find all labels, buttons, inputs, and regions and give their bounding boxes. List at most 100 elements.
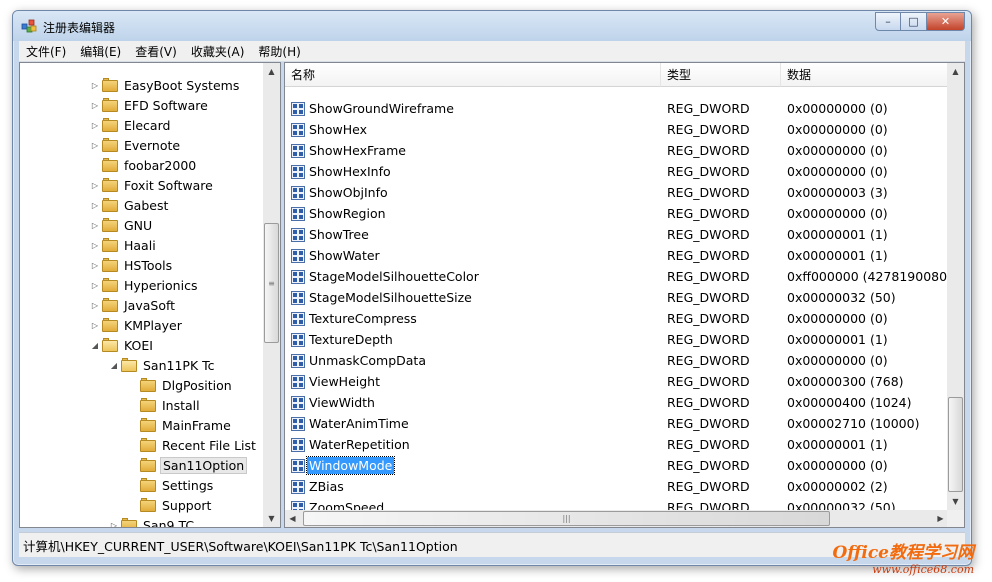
tree-item-label[interactable]: MainFrame	[160, 417, 233, 434]
value-row[interactable]: ZBias REG_DWORD 0x00000002 (2)	[285, 477, 948, 498]
expand-arrow-icon[interactable]: ▷	[90, 321, 100, 330]
value-name[interactable]: ShowWater	[307, 247, 382, 264]
value-name[interactable]: TextureCompress	[307, 310, 419, 327]
title-bar[interactable]: 注册表编辑器 – □ ✕	[13, 11, 971, 41]
tree-item-label[interactable]: Foxit Software	[122, 177, 215, 194]
value-row[interactable]: WaterRepetition REG_DWORD 0x00000001 (1)	[285, 435, 948, 456]
collapse-arrow-icon[interactable]: ◢	[109, 361, 119, 370]
value-name[interactable]: ShowTree	[307, 226, 371, 243]
value-name[interactable]: TextureDepth	[307, 331, 395, 348]
tree-item[interactable]: ▷ KMPlayer	[90, 315, 184, 335]
tree-vertical-scrollbar[interactable]: ▲ ≡ ▼	[263, 63, 280, 527]
tree-item[interactable]: ▷ Foxit Software	[90, 175, 215, 195]
menu-view[interactable]: 查看(V)	[128, 43, 184, 60]
value-name[interactable]: UnmaskCompData	[307, 352, 428, 369]
tree-item[interactable]: ▷ Elecard	[90, 115, 172, 135]
tree-item[interactable]: ▷ EasyBoot Systems	[90, 75, 241, 95]
scroll-up-arrow-icon[interactable]: ▲	[948, 63, 963, 80]
tree-item-label[interactable]: Elecard	[122, 117, 172, 134]
value-row[interactable]: UnmaskCompData REG_DWORD 0x00000000 (0)	[285, 351, 948, 372]
column-header-name[interactable]: 名称	[285, 63, 661, 87]
tree-item-label[interactable]: Haali	[122, 237, 158, 254]
scroll-down-arrow-icon[interactable]: ▼	[948, 493, 963, 510]
value-name[interactable]: WindowMode	[305, 456, 396, 475]
tree-item[interactable]: ◢ KOEI	[90, 335, 155, 355]
tree-item-label[interactable]: Recent File List	[160, 437, 258, 454]
expand-arrow-icon[interactable]: ▷	[90, 281, 100, 290]
scroll-left-arrow-icon[interactable]: ◀	[285, 510, 300, 527]
tree-item[interactable]: ▷ Hyperionics	[90, 275, 199, 295]
scroll-down-arrow-icon[interactable]: ▼	[264, 510, 279, 527]
scroll-up-arrow-icon[interactable]: ▲	[264, 63, 279, 80]
value-name[interactable]: ShowObjInfo	[307, 184, 390, 201]
tree-item-label[interactable]: Hyperionics	[122, 277, 199, 294]
expand-arrow-icon[interactable]: ▷	[90, 241, 100, 250]
expand-arrow-icon[interactable]: ▷	[90, 201, 100, 210]
values-vertical-scrollbar[interactable]: ▲ ▼	[947, 63, 964, 510]
maximize-button[interactable]: □	[901, 12, 927, 31]
value-row[interactable]: StageModelSilhouetteColor REG_DWORD 0xff00…	[285, 267, 952, 288]
tree-item-label[interactable]: Gabest	[122, 197, 170, 214]
close-button[interactable]: ✕	[927, 12, 965, 31]
expand-arrow-icon[interactable]: ▷	[90, 141, 100, 150]
value-row[interactable]: ViewWidth REG_DWORD 0x00000400 (1024)	[285, 393, 948, 414]
tree-item-label[interactable]: Evernote	[122, 137, 182, 154]
tree-item[interactable]: San11Option	[128, 455, 248, 475]
value-row[interactable]: ShowHexInfo REG_DWORD 0x00000000 (0)	[285, 162, 948, 183]
expand-arrow-icon[interactable]: ▷	[90, 101, 100, 110]
tree-item-label[interactable]: San9 TC	[141, 517, 196, 528]
tree-item[interactable]: ◢ San11PK Tc	[109, 355, 217, 375]
tree-item-label[interactable]: San11PK Tc	[141, 357, 217, 374]
collapse-arrow-icon[interactable]: ◢	[90, 341, 100, 350]
value-name[interactable]: ZBias	[307, 478, 346, 495]
tree-item-label[interactable]: HSTools	[122, 257, 174, 274]
menu-edit[interactable]: 编辑(E)	[73, 43, 128, 60]
value-name[interactable]: ShowHexFrame	[307, 142, 408, 159]
value-row[interactable]: ShowTree REG_DWORD 0x00000001 (1)	[285, 225, 948, 246]
value-row[interactable]: TextureDepth REG_DWORD 0x00000001 (1)	[285, 330, 948, 351]
value-name[interactable]: ViewHeight	[307, 373, 382, 390]
expand-arrow-icon[interactable]: ▷	[90, 261, 100, 270]
tree-item-label[interactable]: KMPlayer	[122, 317, 184, 334]
value-row[interactable]: ShowHexFrame REG_DWORD 0x00000000 (0)	[285, 141, 948, 162]
value-name[interactable]: WaterAnimTime	[307, 415, 411, 432]
tree-item[interactable]: ▷ Evernote	[90, 135, 182, 155]
value-row[interactable]: ShowObjInfo REG_DWORD 0x00000003 (3)	[285, 183, 948, 204]
values-horizontal-scrollbar[interactable]: ◀ ||| ▶	[285, 510, 948, 527]
tree-scroll-thumb[interactable]: ≡	[264, 223, 279, 343]
expand-arrow-icon[interactable]: ▷	[90, 81, 100, 90]
value-row[interactable]: WaterAnimTime REG_DWORD 0x00002710 (10000)	[285, 414, 948, 435]
tree-item[interactable]: ▷ EFD Software	[90, 95, 210, 115]
value-row[interactable]: ShowGroundWireframe REG_DWORD 0x00000000 (…	[285, 99, 948, 120]
tree-item[interactable]: foobar2000	[90, 155, 198, 175]
value-name[interactable]: ShowHexInfo	[307, 163, 393, 180]
expand-arrow-icon[interactable]: ▷	[90, 181, 100, 190]
tree-item[interactable]: ▷ Haali	[90, 235, 158, 255]
values-hscroll-thumb[interactable]: |||	[303, 511, 830, 526]
tree-item-label[interactable]: EFD Software	[122, 97, 210, 114]
expand-arrow-icon[interactable]: ▷	[90, 121, 100, 130]
tree-item-label[interactable]: KOEI	[122, 337, 155, 354]
values-pane[interactable]: 名称 类型 数据 ShowGroundWireframe REG_DWORD 0x0…	[284, 62, 965, 528]
expand-arrow-icon[interactable]: ▷	[90, 301, 100, 310]
column-header-data[interactable]: 数据	[781, 63, 948, 87]
tree-item-label[interactable]: Install	[160, 397, 202, 414]
tree-item-label[interactable]: Support	[160, 497, 213, 514]
tree-item[interactable]: Settings	[128, 475, 215, 495]
value-row[interactable]: WindowMode REG_DWORD 0x00000000 (0)	[285, 456, 948, 477]
value-name[interactable]: StageModelSilhouetteSize	[307, 289, 474, 306]
column-header-type[interactable]: 类型	[661, 63, 781, 87]
tree-item[interactable]: ▷ HSTools	[90, 255, 174, 275]
menu-help[interactable]: 帮助(H)	[251, 43, 307, 60]
value-name[interactable]: WaterRepetition	[307, 436, 412, 453]
tree-item[interactable]: ▷ Gabest	[90, 195, 170, 215]
tree-item[interactable]: ▷ JavaSoft	[90, 295, 177, 315]
menu-favorites[interactable]: 收藏夹(A)	[184, 43, 252, 60]
tree-item-label[interactable]: GNU	[122, 217, 154, 234]
value-row[interactable]: ShowWater REG_DWORD 0x00000001 (1)	[285, 246, 948, 267]
tree-item[interactable]: Support	[128, 495, 213, 515]
scroll-right-arrow-icon[interactable]: ▶	[933, 510, 948, 527]
value-name[interactable]: ShowHex	[307, 121, 369, 138]
tree-item-label[interactable]: San11Option	[160, 456, 248, 474]
key-tree-pane[interactable]: ▷ EasyBoot Systems ▷ EFD Software ▷ Elecard ▷ E…	[19, 62, 281, 528]
